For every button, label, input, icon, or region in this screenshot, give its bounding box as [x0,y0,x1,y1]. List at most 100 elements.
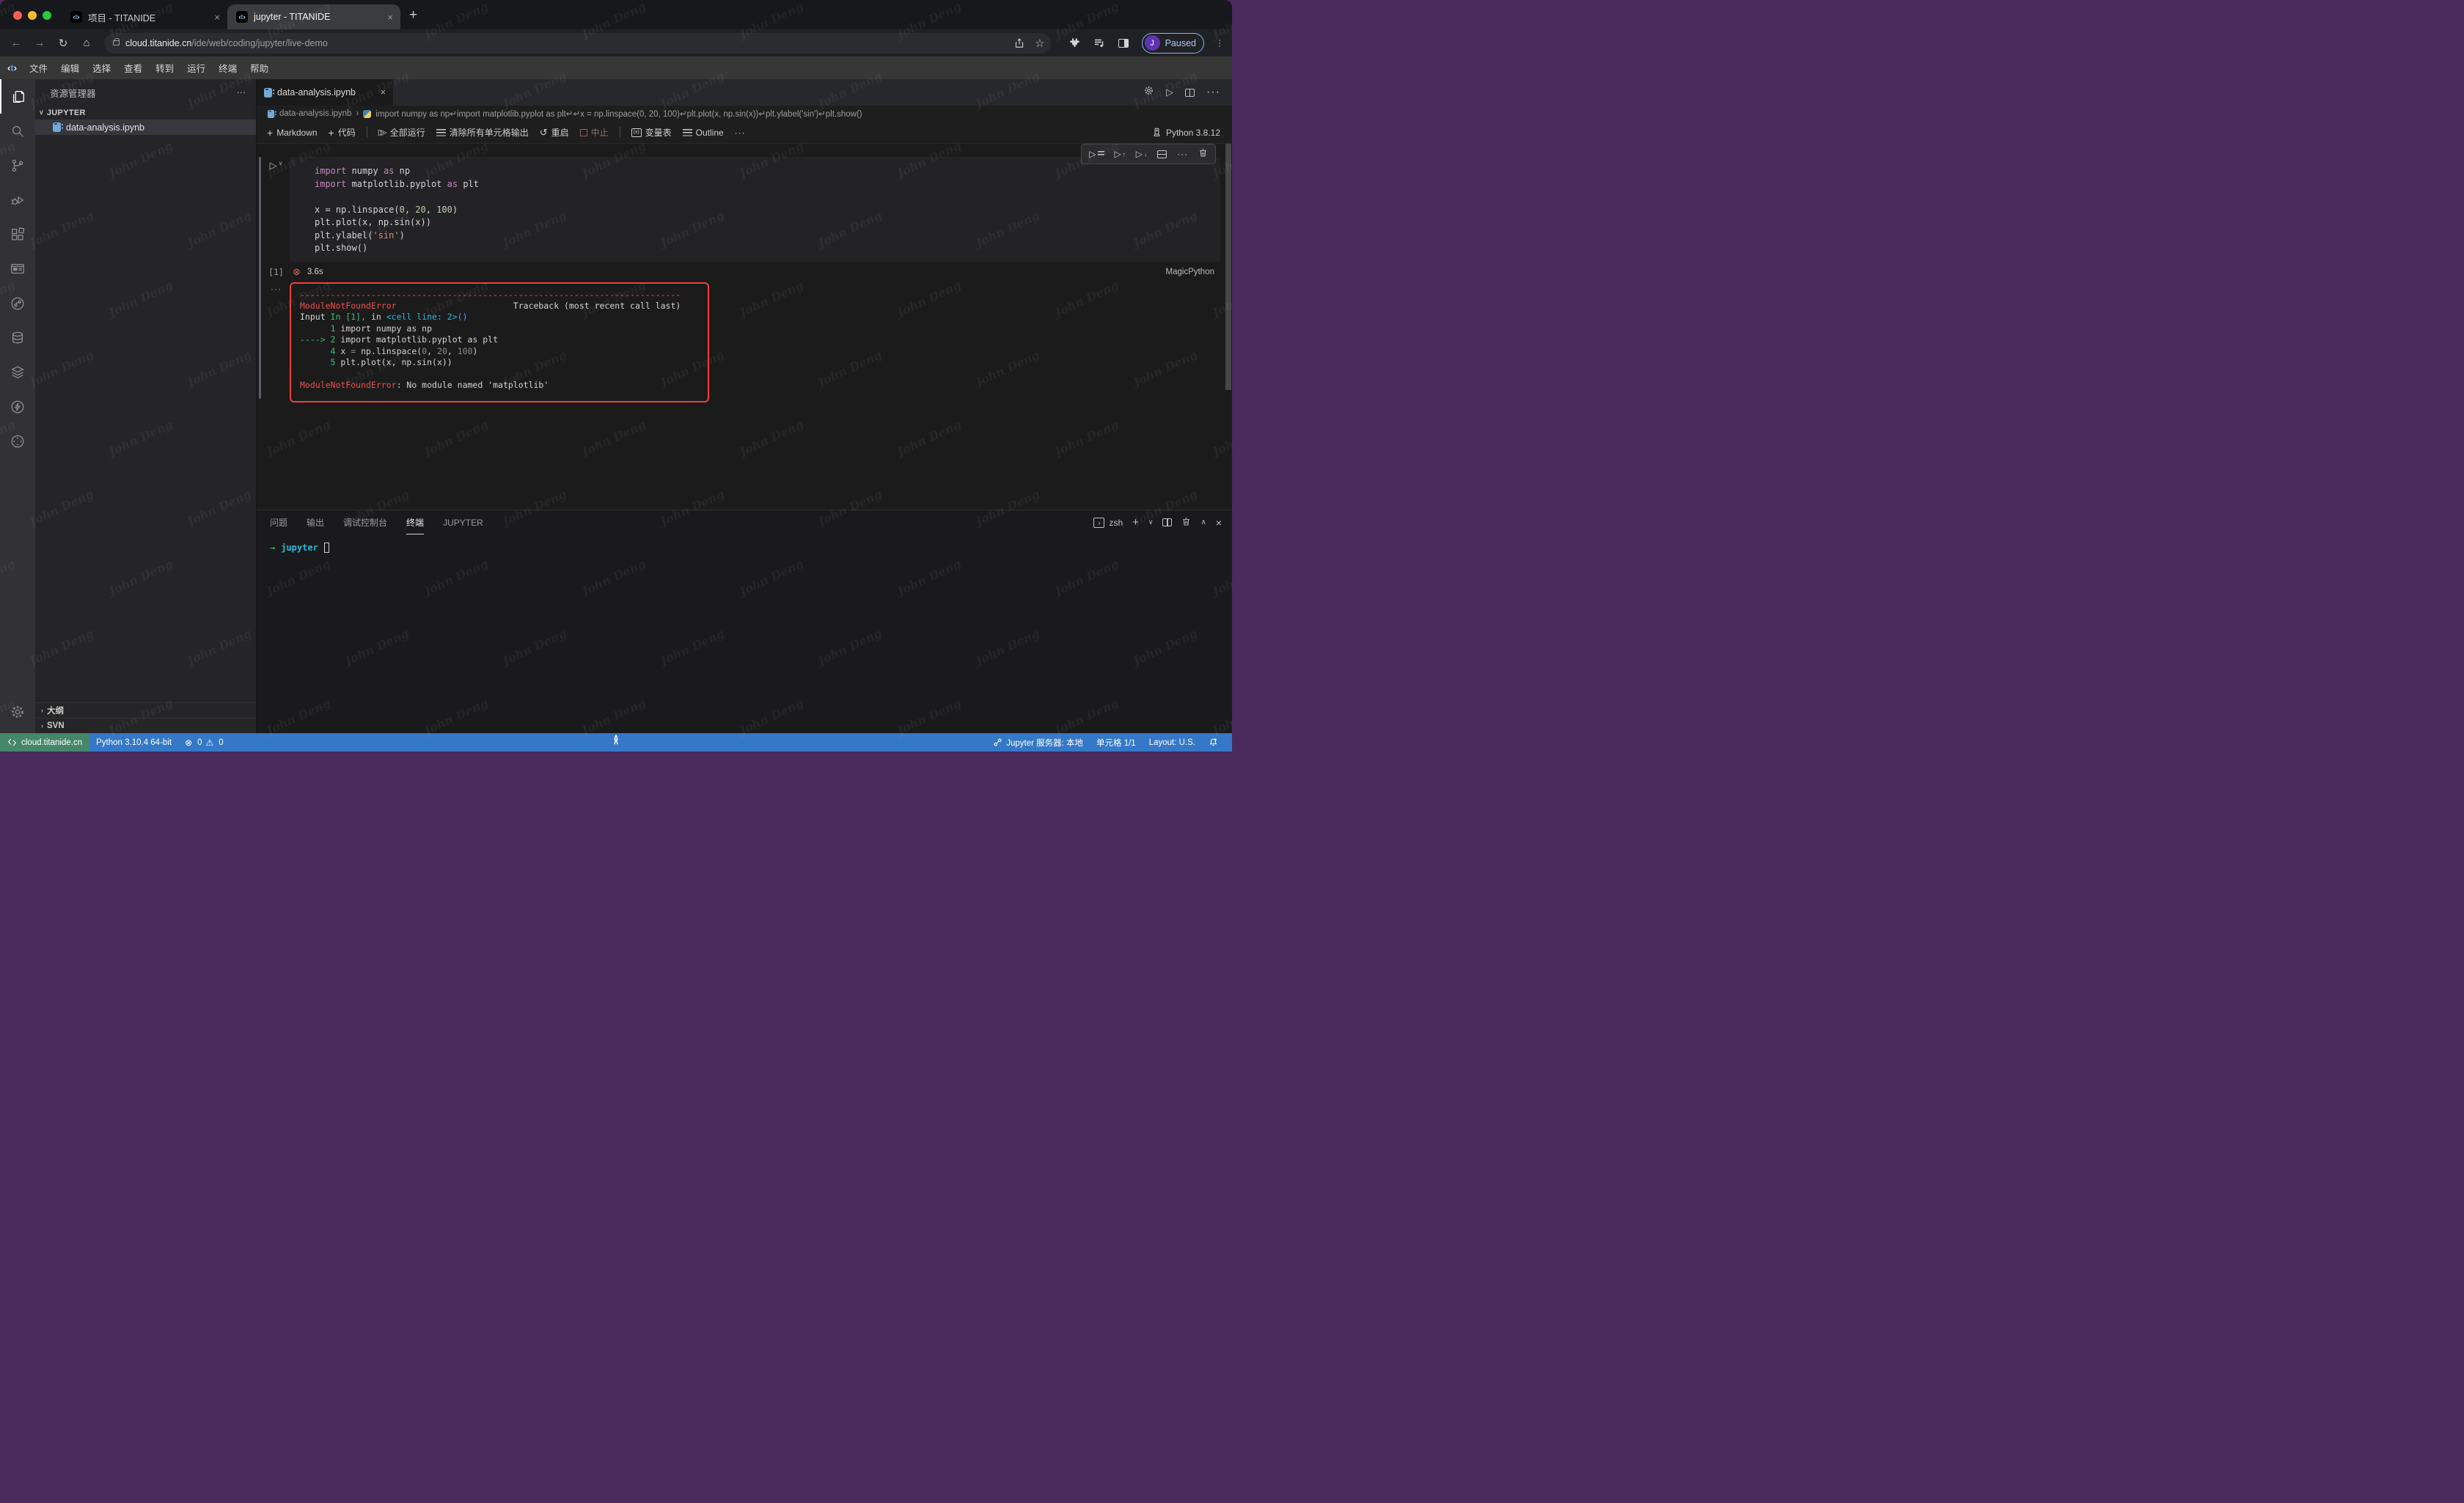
menu-edit[interactable]: 编辑 [54,61,86,75]
cell-more-icon[interactable]: ··· [1177,149,1188,159]
menu-file[interactable]: 文件 [23,61,54,75]
reload-icon[interactable]: ↻ [53,33,73,54]
variables-button[interactable]: (x)变量表 [631,126,672,139]
run-debug-icon[interactable] [0,183,35,217]
run-options-chevron-icon[interactable]: ∨ [279,160,283,166]
forward-icon[interactable]: → [29,33,50,54]
tab-output[interactable]: 输出 [307,510,324,534]
extensions-puzzle-icon[interactable] [1068,37,1080,49]
svn-section[interactable]: › SVN [35,718,256,733]
toolbar-more-icon[interactable]: ··· [735,128,746,138]
back-icon[interactable]: ← [6,33,26,54]
delete-cell-icon[interactable] [1198,148,1208,160]
new-tab-button[interactable]: + [400,7,417,29]
notebook-settings-gear-icon[interactable] [1143,85,1154,100]
execute-below-icon[interactable]: ▷↓ [1136,149,1147,159]
interrupt-button[interactable]: 中止 [580,126,609,139]
titanide-favicon: ‹t› [236,11,248,23]
run-cell-icon[interactable]: ▷ [270,160,277,172]
python-interpreter[interactable]: Python 3.10.4 64-bit [89,738,178,747]
tab-jupyter[interactable]: JUPYTER [443,510,483,534]
cell-code[interactable]: import numpy as npimport matplotlib.pypl… [290,157,1220,262]
tab-problems[interactable]: 问题 [270,510,287,534]
reading-list-icon[interactable] [1093,37,1105,49]
bookmark-star-icon[interactable]: ☆ [1035,37,1044,50]
problems-status[interactable]: ⊗0 ⚠0 [178,738,230,748]
sidebar-more-icon[interactable]: ··· [237,87,246,98]
tab-close-icon[interactable]: × [214,12,220,23]
thunder-client-icon[interactable] [0,389,35,424]
outline-section[interactable]: › 大纲 [35,702,256,718]
editor-more-icon[interactable]: ··· [1206,86,1220,99]
close-panel-icon[interactable]: × [1216,517,1222,529]
menu-goto[interactable]: 转到 [149,61,180,75]
remote-explorer-icon[interactable] [0,424,35,458]
tab-terminal[interactable]: 终端 [406,510,424,534]
kill-terminal-icon[interactable] [1181,517,1191,529]
cell-counter[interactable]: 单元格 1/1 [1090,737,1143,749]
menu-view[interactable]: 查看 [117,61,149,75]
search-icon[interactable] [0,114,35,148]
profile-button[interactable]: J Paused [1142,33,1204,54]
extensions-icon[interactable] [0,217,35,251]
tour-icon[interactable] [0,286,35,320]
share-icon[interactable] [1014,38,1024,48]
window-zoom-button[interactable] [43,11,51,20]
menu-run[interactable]: 运行 [180,61,212,75]
shell-selector[interactable]: › zsh [1093,518,1123,528]
run-all-button[interactable]: ▷▷全部运行 [378,126,425,139]
cell-language-mode[interactable]: MagicPython [1166,268,1214,276]
menu-terminal[interactable]: 终端 [212,61,243,75]
restart-button[interactable]: ↺重启 [540,126,569,139]
window-controls[interactable] [0,11,62,29]
address-bar[interactable]: cloud.titanide.cn/ide/web/coding/jupyter… [104,33,1051,54]
terminal-content[interactable]: → jupyter [257,534,1232,561]
tab-close-icon[interactable]: × [387,12,393,23]
execute-above-icon[interactable]: ▷↑ [1115,149,1126,159]
source-control-icon[interactable] [0,148,35,183]
remote-indicator[interactable]: cloud.titanide.cn [0,733,89,752]
browser-tab-jupyter[interactable]: ‹t› jupyter - TITANIDE × [227,4,400,29]
add-markdown-button[interactable]: +Markdown [267,127,318,139]
terminal-dropdown-icon[interactable]: ∨ [1148,518,1154,526]
live-preview-icon[interactable] [0,251,35,286]
workspace-section[interactable]: ∨ JUPYTER [35,106,256,120]
add-code-button[interactable]: +代码 [329,126,356,139]
database-icon[interactable] [0,320,35,355]
output-more-icon[interactable]: ··· [263,282,290,403]
editor-tab-close-icon[interactable]: × [381,87,386,98]
kernel-picker[interactable]: Python 3.8.12 [1152,128,1220,138]
editor-scrollbar[interactable] [1225,144,1231,390]
browser-tab-project[interactable]: ‹t› 项目 - TITANIDE × [62,4,227,29]
file-item-notebook[interactable]: data-analysis.ipynb [35,120,256,135]
jupyter-server-status[interactable]: Jupyter 服务器: 本地 [986,737,1090,749]
breadcrumb[interactable]: data-analysis.ipynb › import numpy as np… [257,106,1232,122]
menu-help[interactable]: 帮助 [243,61,275,75]
split-cell-icon[interactable] [1157,150,1167,158]
clear-outputs-button[interactable]: 清除所有单元格输出 [436,126,529,139]
tab-debug-console[interactable]: 调试控制台 [343,510,387,534]
layers-icon[interactable] [0,355,35,389]
window-minimize-button[interactable] [28,11,37,20]
keyboard-layout[interactable]: Layout: U.S. [1143,738,1202,747]
terminal-cursor [324,543,329,553]
side-panel-icon[interactable] [1118,39,1129,48]
browser-menu-icon[interactable]: ··· [1215,39,1225,48]
split-editor-icon[interactable] [1185,89,1195,97]
editor-area: data-analysis.ipynb × ▷ ··· data-analysi… [257,79,1232,733]
editor-tab-notebook[interactable]: data-analysis.ipynb × [257,79,393,106]
notifications-bell-icon[interactable] [1202,738,1225,747]
settings-gear-icon[interactable] [0,694,35,729]
expand-panel-chevrons-icon[interactable]: ∧∧ [613,735,619,744]
home-icon[interactable]: ⌂ [76,33,97,54]
maximize-panel-icon[interactable]: ∧ [1200,518,1206,526]
execute-cells-icon[interactable]: ▷ [1089,149,1104,159]
explorer-icon[interactable] [0,79,35,114]
menu-selection[interactable]: 选择 [86,61,117,75]
window-close-button[interactable] [13,11,22,20]
execution-duration: 3.6s [307,268,323,276]
outline-button[interactable]: Outline [683,128,724,138]
new-terminal-icon[interactable]: + [1132,516,1139,529]
split-terminal-icon[interactable] [1162,518,1172,526]
run-editor-icon[interactable]: ▷ [1166,87,1173,98]
